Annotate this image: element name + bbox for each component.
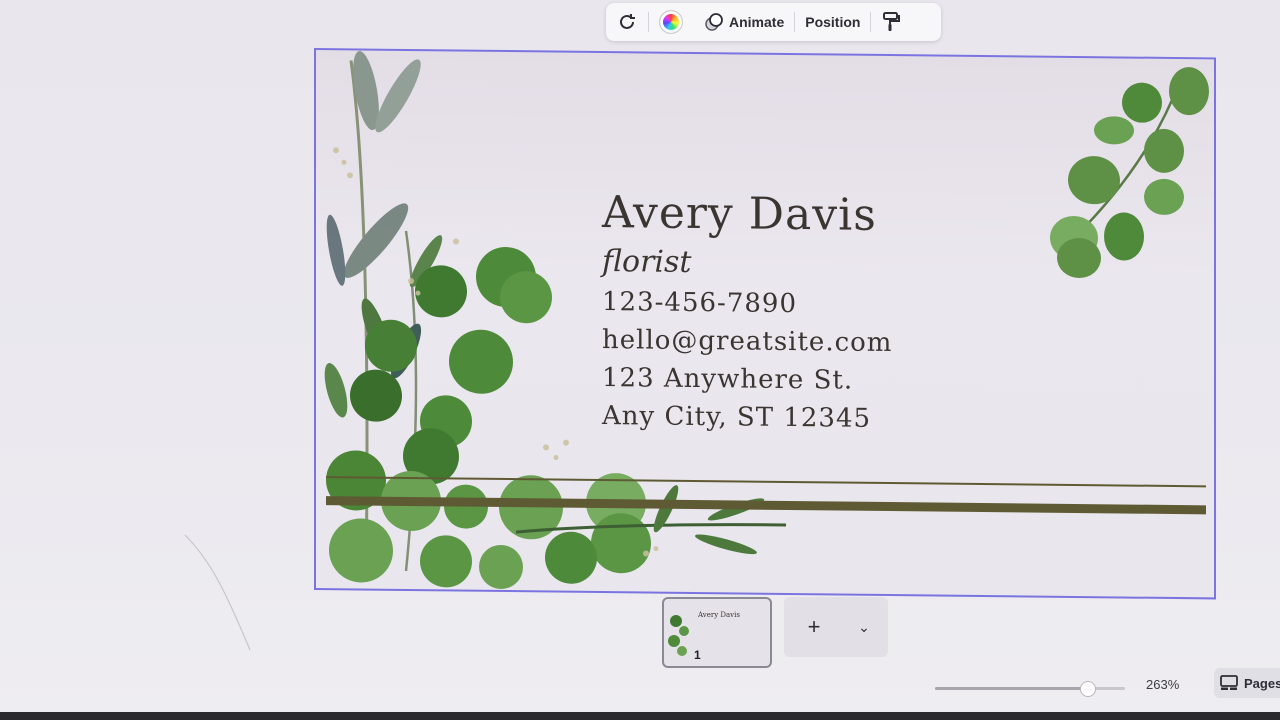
add-page-button[interactable]: +	[784, 614, 844, 640]
pages-button[interactable]: Pages	[1214, 668, 1280, 698]
animate-icon	[705, 13, 723, 31]
page-number: 1	[694, 648, 701, 662]
chevron-down-icon: ⌄	[858, 618, 870, 635]
position-button[interactable]: Position	[795, 3, 870, 41]
card-phone[interactable]: 123-456-7890	[602, 287, 892, 320]
business-card-canvas[interactable]: Avery Davis florist 123-456-7890 hello@g…	[314, 48, 1216, 600]
thumbnail-foliage-icon	[668, 615, 689, 656]
card-job-title[interactable]: florist	[602, 244, 892, 282]
card-text-block[interactable]: Avery Davis florist 123-456-7890 hello@g…	[602, 187, 892, 434]
pages-icon	[1220, 675, 1238, 690]
zoom-slider[interactable]	[935, 681, 1125, 697]
add-page-group: + ⌄	[784, 597, 888, 657]
add-page-menu-button[interactable]: ⌄	[844, 619, 884, 636]
color-button[interactable]	[649, 3, 693, 41]
rotate-icon	[620, 14, 635, 29]
zoom-level[interactable]: 263%	[1146, 677, 1179, 692]
eucalyptus-right-illustration	[1050, 67, 1209, 279]
animate-label: Animate	[729, 14, 785, 30]
card-email[interactable]: hello@greatsite.com	[602, 325, 892, 358]
context-toolbar: Animate Position	[606, 3, 941, 41]
color-wheel-icon	[659, 10, 683, 34]
card-address-line2[interactable]: Any City, ST 12345	[602, 401, 892, 434]
zoom-slider-fill	[935, 687, 1087, 690]
rotate-button[interactable]	[606, 3, 648, 41]
screen-scratch	[184, 534, 251, 651]
zoom-slider-handle[interactable]	[1080, 681, 1096, 697]
card-address-line1[interactable]: 123 Anywhere St.	[602, 363, 892, 396]
card-name[interactable]: Avery Davis	[602, 187, 892, 241]
position-label: Position	[805, 14, 861, 30]
animate-button[interactable]: Animate	[693, 3, 794, 41]
pages-label: Pages	[1244, 675, 1280, 691]
screen-bezel	[0, 712, 1280, 720]
paint-roller-icon	[883, 12, 901, 31]
thumbnail-name: Avery Davis	[698, 611, 740, 619]
page-thumbnail[interactable]: Avery Davis 1	[662, 597, 772, 668]
copy-style-button[interactable]	[871, 3, 911, 41]
